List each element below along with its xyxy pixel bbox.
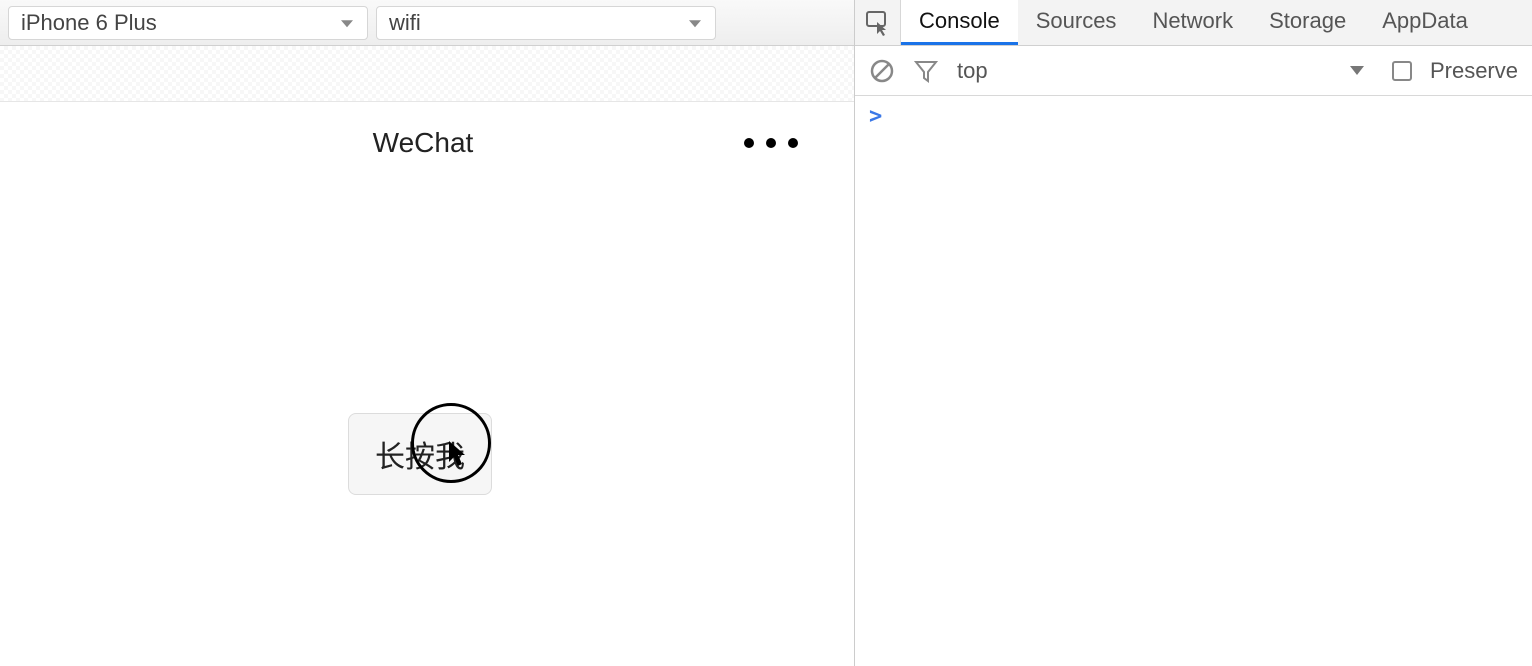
preserve-log-checkbox[interactable]: [1392, 61, 1412, 81]
device-frame: WeChat 长按我: [8, 108, 838, 660]
simulator-stage: WeChat 长按我: [0, 102, 854, 666]
tab-console[interactable]: Console: [901, 0, 1018, 45]
tab-appdata[interactable]: AppData: [1364, 0, 1486, 45]
console-toolbar: top Preserve: [855, 46, 1532, 96]
simulator-toolbar: iPhone 6 Plus wifi: [0, 0, 854, 46]
inspect-icon: [865, 10, 891, 36]
devtools-panel: Console Sources Network Storage AppData: [855, 0, 1532, 666]
devtools-tabs: Console Sources Network Storage AppData: [901, 0, 1486, 45]
tab-network[interactable]: Network: [1134, 0, 1251, 45]
filter-button[interactable]: [913, 58, 939, 84]
network-select[interactable]: wifi: [376, 6, 716, 40]
chevron-down-icon: [1350, 66, 1364, 75]
network-select-label: wifi: [389, 10, 421, 36]
context-selector-label: top: [957, 58, 988, 84]
console-output[interactable]: >: [855, 96, 1532, 666]
funnel-icon: [913, 58, 939, 84]
app-root: iPhone 6 Plus wifi WeChat: [0, 0, 1532, 666]
console-prompt-icon: >: [869, 104, 882, 129]
context-selector[interactable]: top: [957, 58, 1374, 84]
ellipsis-icon: [788, 138, 798, 148]
tab-storage[interactable]: Storage: [1251, 0, 1364, 45]
inspect-element-button[interactable]: [855, 0, 901, 45]
simulator-panel: iPhone 6 Plus wifi WeChat: [0, 0, 855, 666]
ellipsis-icon: [766, 138, 776, 148]
long-press-button[interactable]: 长按我: [348, 413, 492, 495]
device-select[interactable]: iPhone 6 Plus: [8, 6, 368, 40]
tab-sources[interactable]: Sources: [1018, 0, 1135, 45]
simulator-subbar: [0, 46, 854, 102]
chevron-down-icon: [689, 20, 701, 27]
app-nav-title: WeChat: [373, 127, 474, 159]
app-menu-button[interactable]: [744, 138, 798, 148]
devtools-tabbar: Console Sources Network Storage AppData: [855, 0, 1532, 46]
ban-icon: [869, 58, 895, 84]
ellipsis-icon: [744, 138, 754, 148]
chevron-down-icon: [341, 20, 353, 27]
preserve-log-label: Preserve: [1430, 58, 1518, 84]
device-select-label: iPhone 6 Plus: [21, 10, 157, 36]
app-content: 长按我: [8, 178, 838, 660]
app-nav-bar: WeChat: [8, 108, 838, 178]
clear-console-button[interactable]: [869, 58, 895, 84]
